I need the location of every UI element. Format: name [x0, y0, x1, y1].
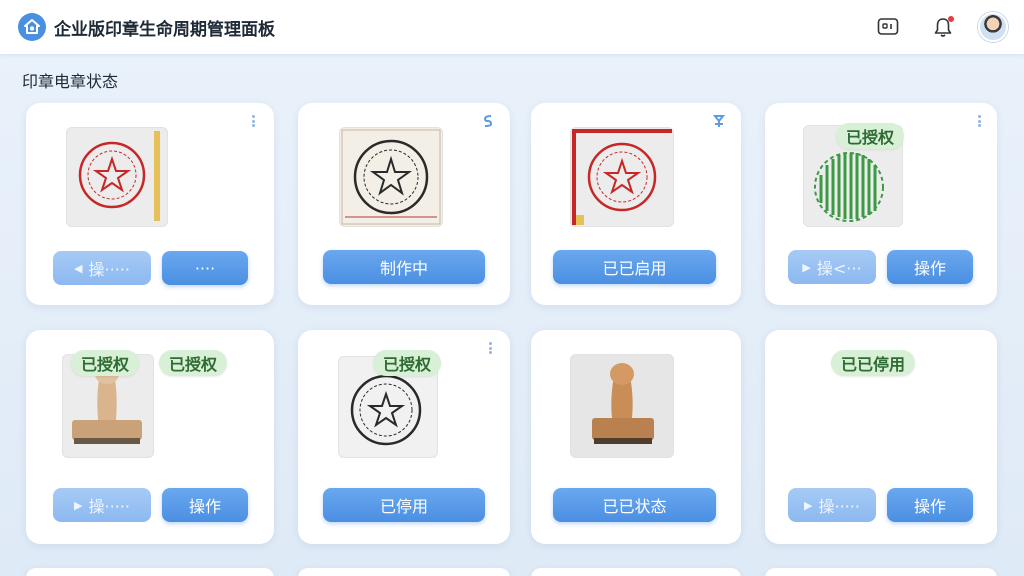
play-icon: ▶ [804, 498, 813, 512]
message-box-icon[interactable] [876, 15, 900, 39]
action-button[interactable]: ▶ 操····· [53, 488, 151, 522]
seal-image[interactable] [66, 127, 168, 227]
bell-icon[interactable] [931, 15, 955, 39]
authorized-badge: 已授权 [373, 350, 442, 376]
seal-card: 已已状态 [531, 330, 741, 544]
status-button[interactable]: 已已状态 [553, 488, 716, 522]
seal-card [531, 568, 741, 576]
authorized-badge: 已授权 [159, 350, 228, 376]
more-button[interactable]: ···· [162, 251, 248, 285]
operate-button[interactable]: 操作 [887, 488, 973, 522]
action-button[interactable]: ▶ 操<··· [788, 250, 876, 284]
stamp-image[interactable] [570, 354, 674, 458]
authorized-badge: 已授权 [71, 350, 140, 376]
play-icon: ▶ [802, 260, 811, 274]
app-title: 企业版印章生命周期管理面板 [54, 20, 275, 40]
authorized-badge: 已授权 [836, 123, 905, 149]
seal-card: 已授权 已授权 ▶ 操····· 操作 [26, 330, 274, 544]
seal-card: 已已停用 ▶ 操····· 操作 [765, 330, 997, 544]
seal-card: 已已启用 [531, 103, 741, 305]
kebab-icon[interactable] [485, 340, 495, 356]
action-button[interactable]: ▶ 操····· [788, 488, 876, 522]
seal-card [26, 568, 274, 576]
seal-card: 制作中 [298, 103, 510, 305]
link-icon[interactable] [481, 113, 495, 129]
kebab-icon[interactable] [974, 113, 984, 129]
seal-image[interactable] [339, 127, 443, 227]
notification-dot [948, 16, 954, 22]
top-bar: 企业版印章生命周期管理面板 [0, 0, 1024, 54]
pin-icon[interactable] [712, 113, 726, 129]
user-avatar[interactable] [978, 12, 1008, 42]
operate-button[interactable]: 操作 [162, 488, 248, 522]
operate-button[interactable]: 操作 [887, 250, 973, 284]
seal-card [298, 568, 510, 576]
status-button[interactable]: 已已启用 [553, 250, 716, 284]
action-button[interactable]: ◀ 操····· [53, 251, 151, 285]
speaker-icon: ◀ [74, 261, 83, 275]
seal-card: 已授权 已停用 [298, 330, 510, 544]
kebab-icon[interactable] [248, 113, 258, 129]
section-title: 印章电章状态 [22, 72, 119, 91]
status-button[interactable]: 制作中 [323, 250, 485, 284]
seal-card [765, 568, 997, 576]
status-button[interactable]: 已停用 [323, 488, 485, 522]
disabled-badge: 已已停用 [831, 350, 916, 376]
seal-image[interactable] [570, 127, 674, 227]
seal-card: 已授权 ▶ 操<··· 操作 [765, 103, 997, 305]
seal-card: ◀ 操····· ···· [26, 103, 274, 305]
play-icon: ▶ [74, 498, 83, 512]
home-shield-icon[interactable] [18, 13, 46, 41]
